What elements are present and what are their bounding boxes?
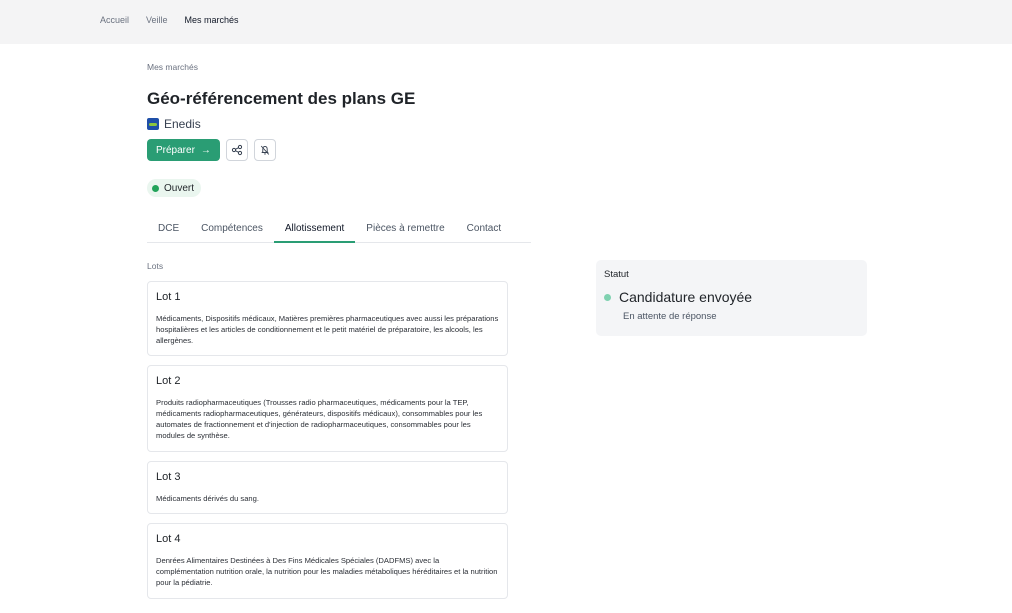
status-badge-label: Ouvert (164, 182, 195, 194)
lot-title: Lot 2 (156, 375, 181, 387)
application-status-card: Statut Candidature envoyée En attente de… (596, 260, 867, 336)
status-card-value: Candidature envoyée (619, 289, 753, 305)
lot-description: Médicaments dérivés du sang. (156, 494, 259, 503)
lot-card: Lot 3 Médicaments dérivés du sang. (147, 461, 508, 514)
action-bar: Préparer → (147, 139, 276, 161)
nav-link-accueil[interactable]: Accueil (100, 15, 129, 25)
top-navigation-bar: Accueil Veille Mes marchés (0, 0, 1012, 44)
lots-section-label: Lots (147, 261, 164, 271)
status-card-row: Candidature envoyée (604, 289, 859, 305)
bell-off-icon (260, 145, 270, 155)
lot-title: Lot 3 (156, 471, 181, 483)
breadcrumb[interactable]: Mes marchés (147, 62, 198, 72)
share-button[interactable] (225, 139, 248, 161)
prepare-button[interactable]: Préparer → (147, 139, 220, 161)
tab-contact[interactable]: Contact (456, 218, 512, 243)
status-badge: Ouvert (147, 179, 202, 197)
lot-description: Médicaments, Dispositifs médicaux, Matiè… (156, 314, 499, 345)
tab-pieces-a-remettre[interactable]: Pièces à remettre (355, 218, 455, 243)
notification-off-button[interactable] (253, 139, 276, 161)
status-dot-icon (152, 184, 159, 192)
page-title: Géo-référencement des plans GE (147, 89, 416, 108)
arrow-right-icon: → (200, 144, 211, 156)
lot-card: Lot 1 Médicaments, Dispositifs médicaux,… (147, 281, 508, 356)
status-card-label: Statut (604, 269, 629, 280)
organization-logo-icon (147, 118, 159, 130)
lot-description: Denrées Alimentaires Destinées à Des Fin… (156, 556, 498, 587)
nav-link-veille[interactable]: Veille (146, 15, 168, 25)
tab-bar: DCE Compétences Allotissement Pièces à r… (147, 218, 531, 243)
tab-allotissement[interactable]: Allotissement (273, 218, 356, 243)
prepare-button-label: Préparer (156, 144, 195, 156)
lot-description: Produits radiopharmaceutiques (Trousses … (156, 398, 483, 440)
nav-link-mes-marches[interactable]: Mes marchés (185, 15, 239, 25)
organization-name: Enedis (164, 117, 201, 131)
tab-dce[interactable]: DCE (147, 218, 190, 243)
lot-title: Lot 1 (156, 291, 181, 303)
status-card-subtext: En attente de réponse (623, 311, 717, 322)
lot-card: Lot 2 Produits radiopharmaceutiques (Tro… (147, 365, 508, 452)
lot-title: Lot 4 (156, 533, 181, 545)
share-icon (231, 144, 243, 156)
tab-competences[interactable]: Compétences (190, 218, 274, 243)
top-nav: Accueil Veille Mes marchés (100, 15, 239, 25)
organization: Enedis (147, 117, 201, 131)
lot-card: Lot 4 Denrées Alimentaires Destinées à D… (147, 523, 508, 599)
status-indicator-icon (604, 293, 611, 301)
